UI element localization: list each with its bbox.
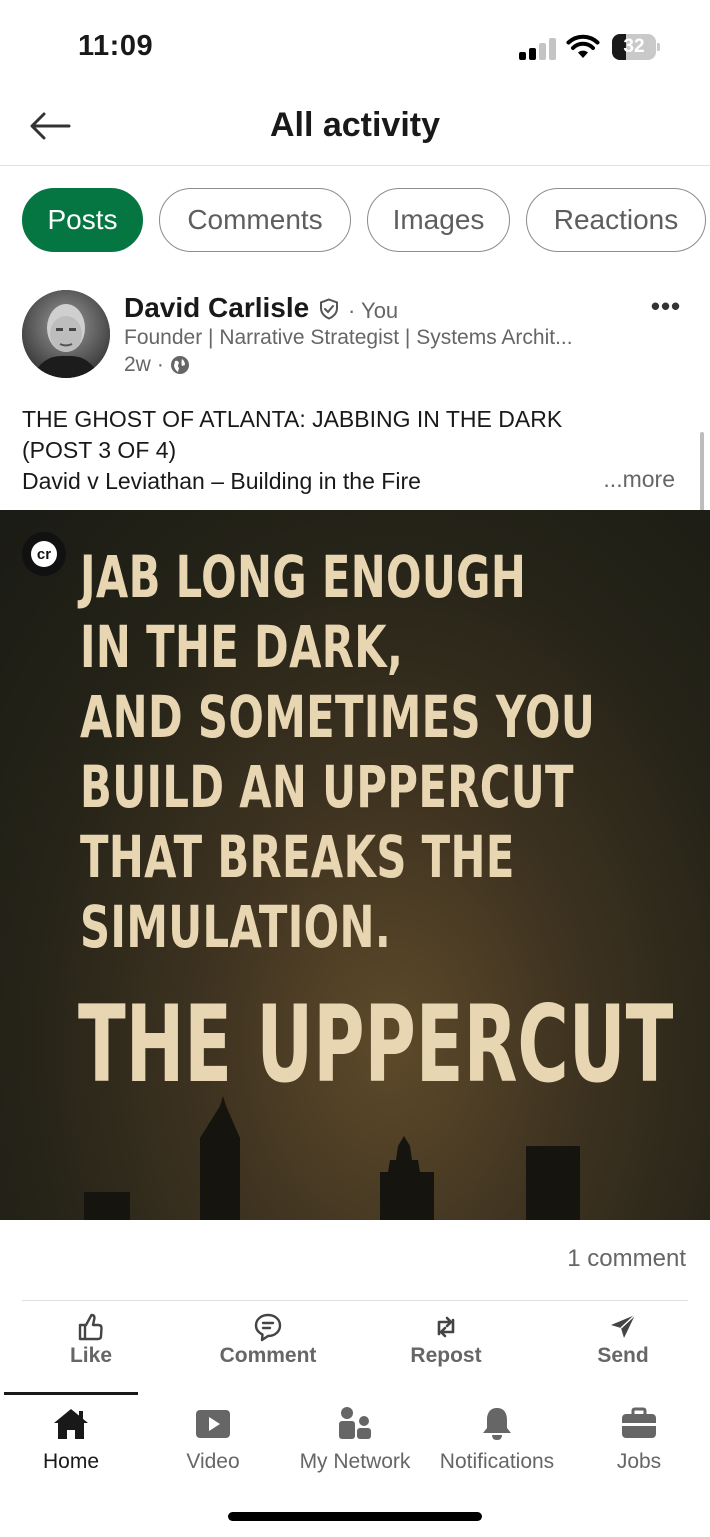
- people-icon: [339, 1407, 371, 1439]
- page-header: All activity: [0, 92, 710, 166]
- nav-video-label: Video: [186, 1450, 240, 1473]
- battery-icon: 32: [612, 34, 660, 60]
- quote-line: JAB LONG ENOUGH: [80, 543, 527, 611]
- content-credentials-badge[interactable]: cr: [22, 532, 66, 576]
- status-bar: 11:09 32: [0, 0, 710, 92]
- chip-images[interactable]: Images: [367, 188, 510, 252]
- see-more-link[interactable]: ...more: [603, 466, 675, 493]
- nav-home[interactable]: Home: [0, 1396, 142, 1486]
- post-action-bar: Like Comment Repost Send: [0, 1312, 710, 1382]
- post-meta: 2w ·: [124, 353, 190, 377]
- post-image[interactable]: cr JAB LONG ENOUGH IN THE DARK, AND SOME…: [0, 510, 710, 1220]
- quote-line: BUILD AN UPPERCUT: [80, 753, 574, 821]
- home-icon: [54, 1409, 88, 1439]
- activity-filter-chips: Posts Comments Images Reactions: [22, 188, 706, 252]
- chip-comments[interactable]: Comments: [159, 188, 351, 252]
- send-button[interactable]: Send: [553, 1312, 693, 1382]
- comment-label: Comment: [219, 1344, 317, 1367]
- content-credentials-label: cr: [31, 541, 57, 567]
- chip-reactions[interactable]: Reactions: [526, 188, 706, 252]
- video-play-icon: [196, 1410, 230, 1438]
- author-name[interactable]: David Carlisle: [124, 292, 309, 324]
- cellular-signal-icon: [519, 38, 557, 60]
- city-skyline-silhouette: [84, 1096, 580, 1220]
- status-time: 11:09: [78, 30, 154, 62]
- image-quote-text: JAB LONG ENOUGH IN THE DARK, AND SOMETIM…: [80, 542, 596, 962]
- nav-my-network[interactable]: My Network: [284, 1396, 426, 1486]
- comment-bubble-icon: [254, 1313, 282, 1342]
- home-indicator[interactable]: [228, 1512, 482, 1521]
- bell-icon: [483, 1408, 511, 1440]
- nav-notifications[interactable]: Notifications: [426, 1396, 568, 1486]
- bottom-navigation: Home Video My Network Notifications Jobs: [0, 1396, 710, 1486]
- meta-separator: ·: [156, 353, 164, 376]
- nav-video[interactable]: Video: [142, 1396, 284, 1486]
- active-tab-indicator: [4, 1392, 138, 1395]
- briefcase-icon: [622, 1407, 656, 1438]
- author-relation: · You: [348, 298, 399, 323]
- send-label: Send: [597, 1344, 649, 1367]
- chip-posts[interactable]: Posts: [22, 188, 143, 252]
- paper-plane-icon: [611, 1314, 636, 1338]
- nav-my-network-label: My Network: [299, 1450, 411, 1473]
- quote-line: IN THE DARK,: [80, 613, 404, 681]
- repost-label: Repost: [410, 1344, 482, 1367]
- post-text-line: THE GHOST OF ATLANTA: JABBING IN THE DAR…: [22, 406, 563, 432]
- quote-line: THAT BREAKS THE: [80, 823, 515, 891]
- repost-arrows-icon: [437, 1316, 455, 1338]
- wifi-icon: [566, 34, 600, 58]
- post-body: THE GHOST OF ATLANTA: JABBING IN THE DAR…: [22, 404, 682, 497]
- avatar[interactable]: [22, 290, 110, 378]
- quote-line: AND SOMETIMES YOU: [80, 683, 596, 751]
- post-age: 2w: [124, 353, 151, 376]
- comment-count[interactable]: 1 comment: [567, 1245, 686, 1273]
- post-overflow-menu-button[interactable]: •••: [648, 290, 684, 322]
- like-label: Like: [69, 1344, 113, 1367]
- post-text-line: David v Leviathan – Building in the Fire: [22, 468, 421, 494]
- author-relation-label: You: [361, 298, 399, 323]
- globe-icon: [170, 356, 189, 374]
- divider: [22, 1300, 688, 1301]
- battery-level: 32: [623, 36, 645, 57]
- comment-button[interactable]: Comment: [198, 1312, 338, 1382]
- nav-jobs-label: Jobs: [616, 1450, 662, 1473]
- nav-notifications-label: Notifications: [439, 1450, 555, 1473]
- repost-button[interactable]: Repost: [376, 1312, 516, 1382]
- thumbs-up-icon: [78, 1313, 103, 1341]
- quote-line: SIMULATION.: [80, 893, 392, 961]
- verified-shield-icon: [320, 298, 338, 320]
- author-headline: Founder | Narrative Strategist | Systems…: [124, 326, 573, 349]
- post-text-line: (POST 3 OF 4): [22, 437, 177, 463]
- page-title: All activity: [269, 106, 441, 144]
- nav-home-label: Home: [42, 1450, 100, 1473]
- nav-jobs[interactable]: Jobs: [568, 1396, 710, 1486]
- like-button[interactable]: Like: [21, 1312, 161, 1382]
